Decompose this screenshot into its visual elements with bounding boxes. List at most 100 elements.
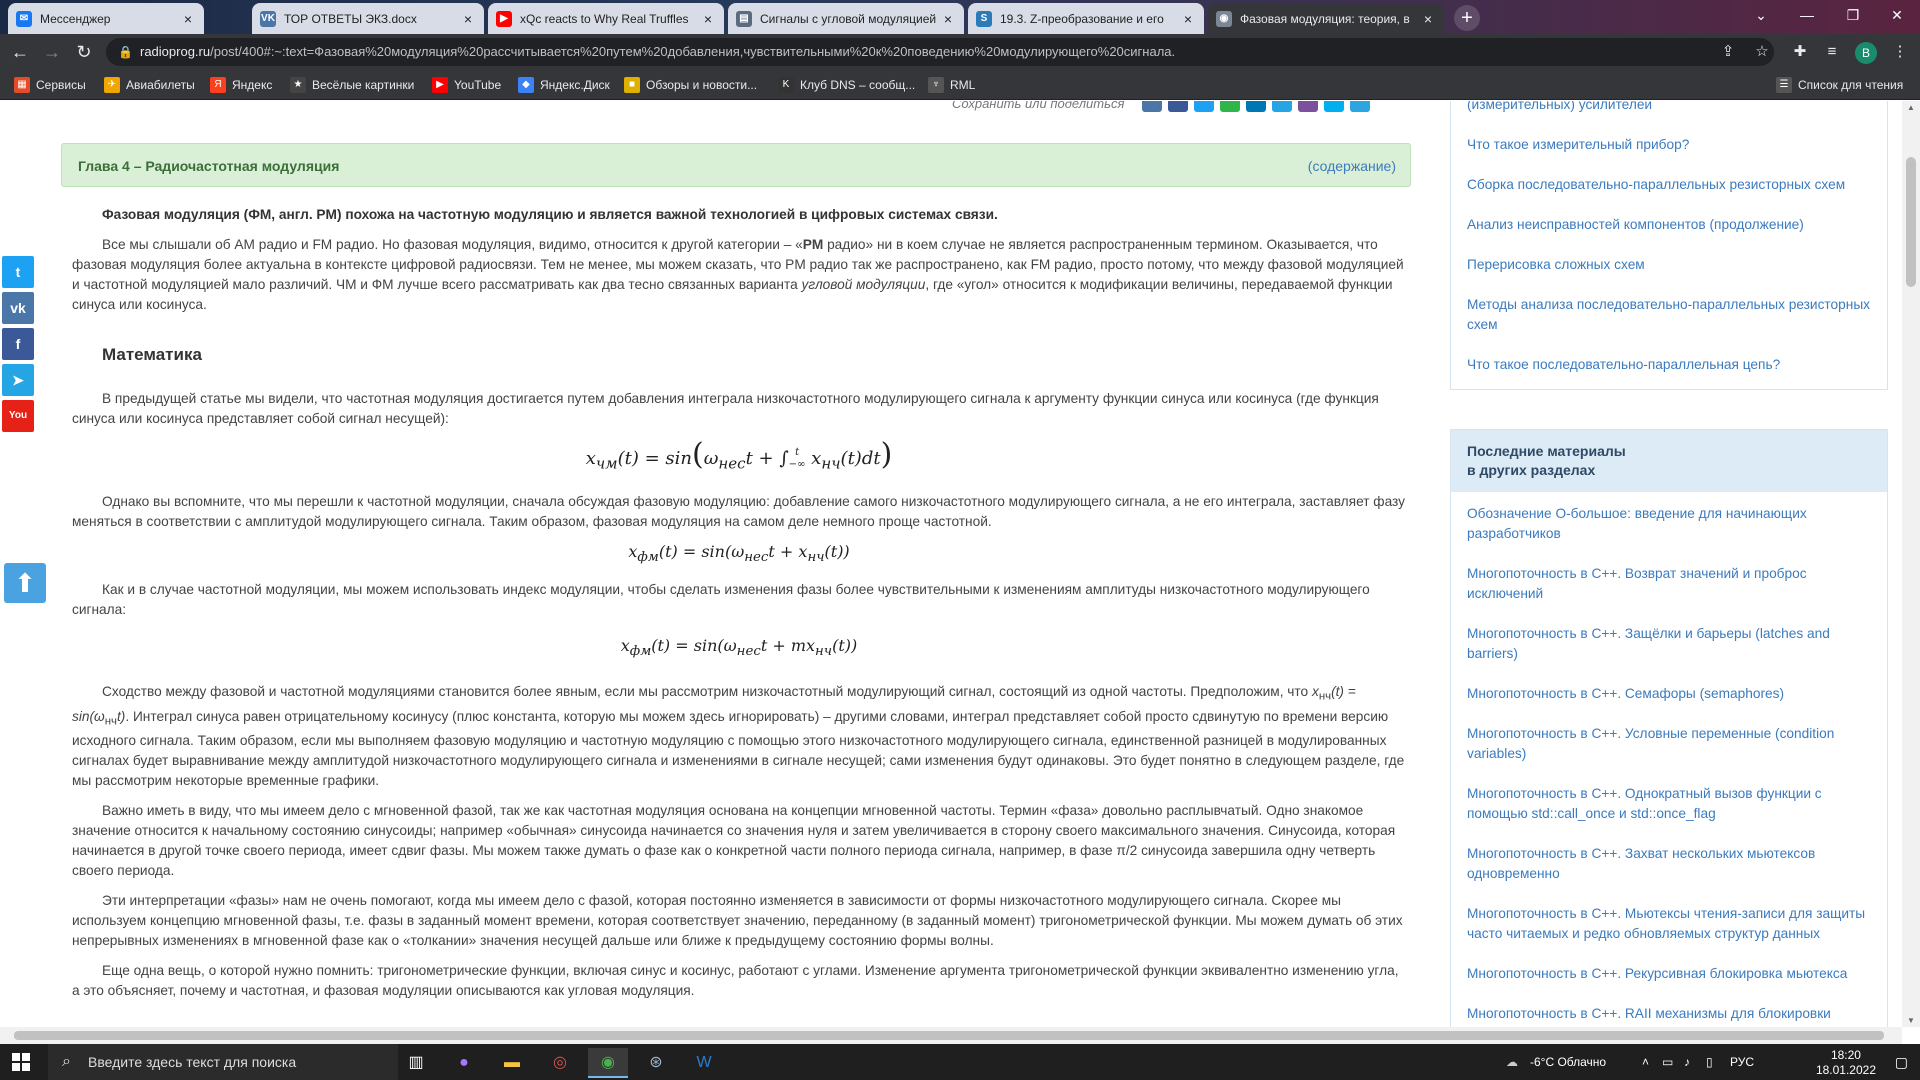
sidebar-link[interactable]: Обозначение O-большое: введение для начи… [1451, 504, 1887, 544]
sidebar-link[interactable]: Многопоточность в C++. Мьютексы чтения-з… [1451, 904, 1887, 944]
tab-strip: ✉ Мессенджер × VK ТОР ОТВЕТЫ ЭКЗ.docx × … [0, 0, 1920, 34]
volume-icon[interactable]: ♪ [1684, 1044, 1690, 1080]
extensions-icon[interactable]: ✚ [1790, 42, 1810, 62]
vk-share-icon[interactable] [1142, 101, 1163, 112]
skype-share-icon[interactable] [1324, 101, 1345, 112]
tab-youtube[interactable]: ▶ xQc reacts to Why Real Truffles × [488, 3, 724, 34]
youtube-icon[interactable]: You [2, 400, 34, 432]
vk-icon[interactable]: vk [2, 292, 34, 324]
sidebar-link[interactable]: Перерисовка сложных схем [1451, 255, 1887, 275]
tab-messenger[interactable]: ✉ Мессенджер × [8, 3, 204, 34]
twitter-share-icon[interactable] [1194, 101, 1215, 112]
close-icon[interactable]: × [940, 11, 956, 27]
tab-phase-modulation[interactable]: ◉ Фазовая модуляция: теория, в × [1208, 3, 1444, 34]
language-indicator[interactable]: РУС [1730, 1044, 1754, 1080]
start-button[interactable] [12, 1053, 30, 1071]
bookmark-yandex-disk[interactable]: ◆ Яндекс.Диск [518, 76, 610, 94]
tab-docx[interactable]: VK ТОР ОТВЕТЫ ЭКЗ.docx × [252, 3, 484, 34]
bookmark-funny-pictures[interactable]: ★ Весёлые картинки [290, 76, 414, 94]
close-icon[interactable]: × [180, 11, 196, 27]
avatar[interactable]: В [1855, 42, 1877, 64]
telegram-share-icon[interactable] [1272, 101, 1293, 112]
facebook-icon[interactable]: f [2, 328, 34, 360]
taskbar-search[interactable]: ⌕ Введите здесь текст для поиска [48, 1044, 398, 1080]
bookmark-services[interactable]: ▦ Сервисы [14, 76, 86, 94]
notifications-icon[interactable]: ▢ [1895, 1054, 1908, 1071]
scroll-down-icon[interactable]: ▼ [1902, 1016, 1920, 1025]
weather-text[interactable]: -6°C Облачно [1530, 1044, 1606, 1080]
sidebar-link[interactable]: Анализ неисправностей компонентов (продо… [1451, 215, 1887, 235]
scrollbar-thumb[interactable] [1906, 157, 1916, 287]
search-icon: ⌕ [62, 1053, 71, 1070]
sidebar-link[interactable]: Многопоточность в C++. Захват нескольких… [1451, 844, 1887, 884]
bookmark-rml[interactable]: ♆ RML [928, 76, 975, 94]
forward-icon[interactable]: → [40, 40, 64, 64]
telegram-icon[interactable]: ➤ [2, 364, 34, 396]
steam-icon[interactable]: ⊛ [636, 1048, 676, 1078]
close-icon[interactable]: × [1180, 11, 1196, 27]
chrome-icon[interactable]: ◉ [588, 1048, 628, 1078]
scroll-to-top-button[interactable]: ⬆ [4, 563, 46, 603]
sidebar-link[interactable]: Многопоточность в C++. Однократный вызов… [1451, 784, 1887, 824]
close-icon[interactable]: × [700, 11, 716, 27]
bookmark-flights[interactable]: ✈ Авиабилеты [104, 76, 195, 94]
sidebar-link[interactable]: Многопоточность в C++. Семафоры (semapho… [1451, 684, 1887, 704]
whatsapp-share-icon[interactable] [1220, 101, 1241, 112]
bookmark-youtube[interactable]: ▶ YouTube [432, 76, 501, 94]
media-player-icon[interactable]: ◎ [540, 1048, 580, 1078]
sidebar-link[interactable]: Многопоточность в C++. Защёлки и барьеры… [1451, 624, 1887, 664]
scrollbar-thumb[interactable] [14, 1031, 1884, 1040]
sidebar-link[interactable]: Многопоточность в C++. Условные переменн… [1451, 724, 1887, 764]
sidebar-link[interactable]: Многопоточность в C++. Возврат значений … [1451, 564, 1887, 604]
word-icon[interactable]: W [684, 1048, 724, 1078]
vertical-scrollbar[interactable]: ▲ ▼ [1902, 101, 1920, 1027]
window-close-icon[interactable]: ✕ [1874, 0, 1920, 30]
discord-icon[interactable]: ● [444, 1048, 484, 1078]
floating-share-bar: t vk f ➤ You [2, 256, 34, 436]
sidebar-link[interactable]: Многопоточность в C++. RAII механизмы дл… [1451, 1004, 1887, 1024]
facebook-share-icon[interactable] [1168, 101, 1189, 112]
address-bar[interactable]: 🔒 radioprog.ru/post/400#:~:text=Фазовая%… [106, 38, 1774, 66]
tab-search-icon[interactable]: ⌄ [1738, 0, 1784, 30]
tab-angle-modulation[interactable]: ▤ Сигналы с угловой модуляцией × [728, 3, 964, 34]
tab-z-transform[interactable]: S 19.3. Z-преобразование и его × [968, 3, 1204, 34]
menu-icon[interactable]: ⋮ [1890, 42, 1910, 62]
chapter-title[interactable]: Глава 4 – Радиочастотная модуляция [78, 158, 339, 174]
sidebar-link[interactable]: Что такое последовательно-параллельная ц… [1451, 355, 1887, 375]
bookmark-yandex[interactable]: Я Яндекс [210, 76, 272, 94]
twitter-icon[interactable]: t [2, 256, 34, 288]
cloud-icon: ☁ [1506, 1055, 1518, 1069]
reload-icon[interactable]: ↻ [72, 40, 96, 64]
mail-share-icon[interactable] [1350, 101, 1371, 112]
linkedin-share-icon[interactable] [1246, 101, 1267, 112]
sidebar-link[interactable]: Методы анализа последовательно-параллель… [1451, 295, 1887, 335]
reading-list[interactable]: ☰ Список для чтения [1776, 76, 1903, 94]
chevron-up-icon[interactable]: ˄ [1642, 1044, 1649, 1080]
clock[interactable]: 18:20 18.01.2022 [1816, 1048, 1876, 1078]
network-icon[interactable]: ▭ [1662, 1044, 1673, 1080]
bookmark-dns-club[interactable]: K Клуб DNS – сообщ... [778, 76, 915, 94]
share-icon[interactable]: ⇪ [1718, 42, 1738, 62]
task-view-icon[interactable]: ▥ [396, 1048, 436, 1078]
sidebar-link[interactable]: (измерительных) усилителей [1451, 101, 1887, 115]
bookmark-star-icon[interactable]: ☆ [1752, 42, 1772, 62]
media-icon[interactable]: ≡ [1822, 42, 1842, 62]
close-icon[interactable]: × [460, 11, 476, 27]
formula-part: x [628, 541, 638, 561]
minimize-icon[interactable]: — [1784, 0, 1830, 30]
bookmark-reviews[interactable]: ■ Обзоры и новости... [624, 76, 757, 94]
sidebar-link[interactable]: Что такое измерительный прибор? [1451, 135, 1887, 155]
toc-link[interactable]: (содержание) [1308, 158, 1396, 174]
back-icon[interactable]: ← [8, 40, 32, 64]
file-explorer-icon[interactable]: ▬ [492, 1048, 532, 1078]
close-icon[interactable]: × [1420, 11, 1436, 27]
lock-icon: 🔒 [118, 45, 133, 59]
scroll-up-icon[interactable]: ▲ [1902, 103, 1920, 112]
sidebar-link[interactable]: Сборка последовательно-параллельных рези… [1451, 175, 1887, 195]
sidebar-link[interactable]: Многопоточность в C++. Рекурсивная блоки… [1451, 964, 1887, 984]
battery-icon[interactable]: ▯ [1706, 1044, 1713, 1080]
restore-icon[interactable]: ❐ [1830, 0, 1876, 30]
new-tab-button[interactable]: + [1454, 5, 1480, 31]
horizontal-scrollbar[interactable] [0, 1027, 1902, 1044]
viber-share-icon[interactable] [1298, 101, 1319, 112]
